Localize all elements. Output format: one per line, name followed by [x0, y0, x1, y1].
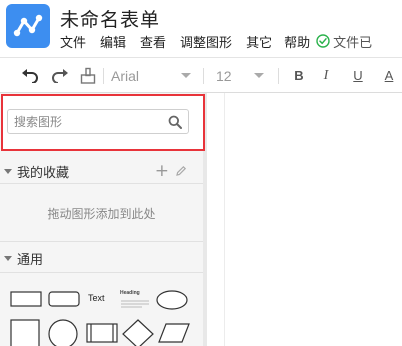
undo-icon — [22, 69, 38, 83]
canvas-page-edge — [224, 93, 225, 346]
heading-shape-title: Heading — [120, 290, 140, 296]
search-icon[interactable] — [168, 115, 182, 129]
shape-heading[interactable]: Heading — [120, 290, 150, 310]
favorites-actions: + — [155, 163, 187, 180]
section-divider — [0, 272, 203, 273]
add-icon[interactable]: + — [155, 163, 169, 180]
toolbar-divider — [203, 68, 204, 84]
underline-button[interactable]: U — [350, 66, 366, 86]
chevron-down-icon — [254, 73, 264, 78]
toolbar-divider — [103, 68, 104, 84]
shape-rounded-rectangle[interactable] — [48, 290, 80, 308]
bold-button[interactable]: B — [291, 66, 307, 86]
font-size-select[interactable]: 12 — [216, 66, 264, 86]
redo-button[interactable] — [49, 66, 71, 86]
app-logo[interactable] — [6, 4, 50, 48]
save-status: 文件已 — [316, 32, 372, 51]
general-section-header[interactable]: 通用 — [0, 246, 203, 270]
font-size-value: 12 — [216, 68, 232, 84]
shape-rectangle[interactable] — [10, 290, 42, 308]
shape-process[interactable] — [86, 322, 118, 344]
menu-edit[interactable]: 编辑 — [100, 32, 126, 51]
general-shapes-grid: Text Heading — [0, 280, 203, 346]
shape-circle[interactable] — [48, 318, 80, 346]
menu-help[interactable]: 帮助 — [284, 32, 310, 51]
shape-ellipse[interactable] — [155, 289, 189, 311]
menu-other[interactable]: 其它 — [246, 32, 272, 51]
font-color-button[interactable]: A — [381, 66, 397, 86]
menu-arrange[interactable]: 调整图形 — [180, 32, 232, 51]
section-divider — [0, 241, 203, 242]
collapse-triangle-icon — [4, 168, 12, 174]
general-label: 通用 — [17, 252, 44, 268]
shape-parallelogram[interactable] — [157, 322, 191, 344]
format-painter-button[interactable] — [78, 66, 98, 86]
favorites-section-header[interactable]: 我的收藏 + — [0, 159, 203, 183]
drawing-canvas[interactable] — [207, 93, 402, 346]
search-input[interactable] — [14, 113, 164, 131]
collapse-triangle-icon — [4, 255, 12, 261]
app-header: 未命名表单 文件 编辑 查看 调整图形 其它 帮助 文件已 — [0, 0, 402, 57]
undo-button[interactable] — [19, 66, 41, 86]
search-box[interactable] — [7, 109, 189, 134]
check-circle-icon — [316, 34, 330, 48]
document-title[interactable]: 未命名表单 — [60, 5, 160, 32]
shape-diamond[interactable] — [121, 318, 155, 346]
format-painter-icon — [80, 67, 96, 84]
toolbar-divider — [278, 68, 279, 84]
save-status-text: 文件已 — [333, 35, 373, 51]
menu-view[interactable]: 查看 — [140, 32, 166, 51]
italic-button[interactable]: I — [318, 66, 334, 86]
menu-file[interactable]: 文件 — [60, 32, 86, 51]
shape-square[interactable] — [10, 318, 42, 346]
menubar: 文件 编辑 查看 调整图形 其它 帮助 文件已 — [60, 32, 372, 51]
shape-text[interactable]: Text — [88, 293, 105, 303]
favorites-empty-hint: 拖动图形添加到此处 — [47, 207, 156, 221]
font-family-select[interactable]: Arial — [111, 66, 191, 86]
toolbar: Arial 12 B I U A — [0, 57, 402, 93]
section-divider — [0, 183, 203, 184]
edit-pencil-icon[interactable] — [175, 165, 187, 177]
font-family-value: Arial — [111, 68, 140, 84]
chevron-down-icon — [181, 73, 191, 78]
heading-shape-lines — [121, 300, 149, 308]
logo-icon — [13, 14, 43, 37]
favorites-label: 我的收藏 — [17, 165, 70, 181]
redo-icon — [52, 69, 68, 83]
